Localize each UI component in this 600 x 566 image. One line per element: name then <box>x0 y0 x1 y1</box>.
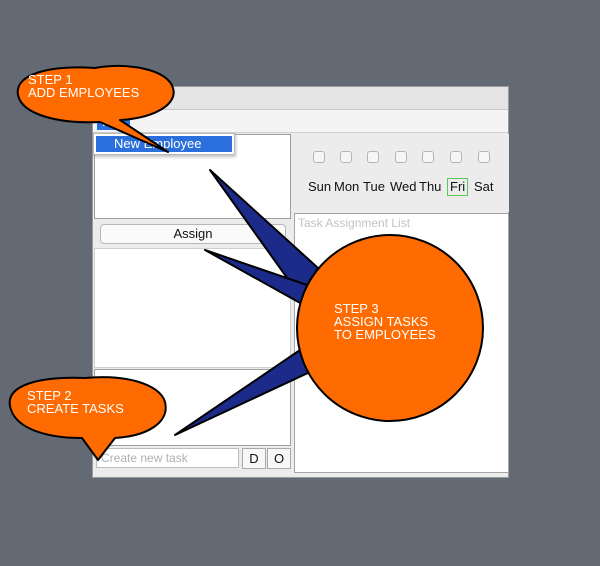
step3-text: STEP 3 ASSIGN TASKS TO EMPLOYEES <box>334 301 436 342</box>
step3-pointer-3 <box>174 349 311 436</box>
step1-text: STEP 1 ADD EMPLOYEES <box>28 72 140 100</box>
step2-text: STEP 2 CREATE TASKS <box>27 388 124 416</box>
